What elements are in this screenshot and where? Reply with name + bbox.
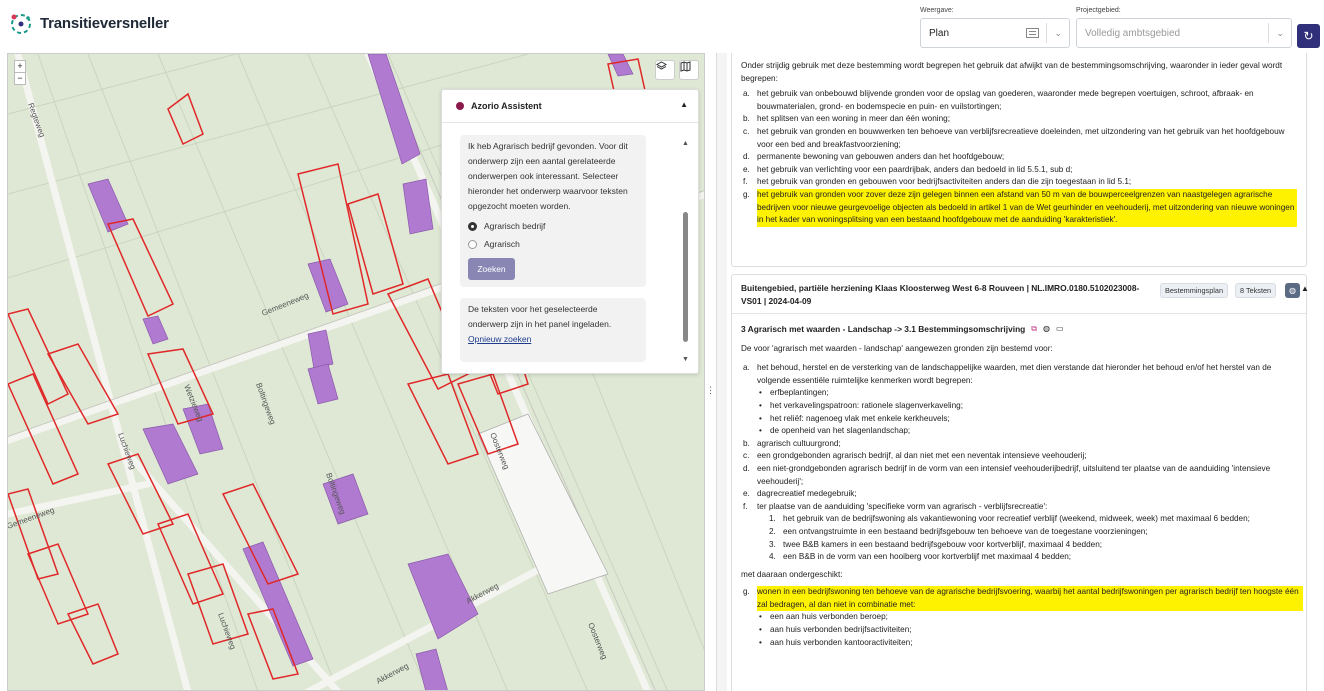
refresh-button[interactable]: ↻ xyxy=(1297,24,1320,48)
app-title: Transitieversneller xyxy=(40,14,169,32)
list-item: e. het gebruik van verlichting voor een p… xyxy=(743,164,1073,174)
zoeken-button[interactable]: Zoeken xyxy=(468,258,515,280)
retry-link[interactable]: Opnieuw zoeken xyxy=(468,332,638,347)
numbered-item: 3. twee B&B kamers in een bestaand bedrij… xyxy=(769,539,1103,549)
scroll-down-icon[interactable]: ▼ xyxy=(682,356,689,363)
assistant-status-icon xyxy=(456,102,464,110)
weergave-select[interactable]: Plan ⌄ xyxy=(920,18,1070,48)
assistant-message: Ik heb Agrarisch bedrijf gevonden. Voor … xyxy=(468,141,628,211)
bullet-item: • het verkavelingspatroon: rationele slag… xyxy=(759,400,963,410)
numbered-item: 4. een B&B in de vorm van een hooiberg vo… xyxy=(769,552,1072,562)
bullet-item: • een aan huis verbonden beroep; xyxy=(759,612,888,622)
option-agrarisch[interactable]: Agrarisch xyxy=(468,237,638,252)
list-item: g. wonen in een bedrijfswoning ten behoev… xyxy=(741,586,1303,612)
refresh-icon: ↻ xyxy=(1303,29,1314,43)
radio-selected-icon[interactable] xyxy=(468,222,477,231)
list-item: b. het splitsen van een woning in meer da… xyxy=(743,114,950,124)
option-agrarisch-bedrijf[interactable]: Agrarisch bedrijf xyxy=(468,219,638,234)
results-panel: Onder strijdig gebruik met deze bestemmi… xyxy=(716,53,1324,691)
document-icon xyxy=(1026,28,1039,38)
result-card: Buitengebied, partiële herziening Klaas … xyxy=(731,274,1309,691)
list-item: c. een grondgebonden agrarisch bedrijf, a… xyxy=(743,451,1087,461)
project-placeholder: Volledig ambtsgebied xyxy=(1085,27,1181,39)
numbered-item: 2. een ontvangstruimte in een bestaand be… xyxy=(769,526,1148,536)
assistant-header[interactable]: Azorio Assistent xyxy=(442,90,698,123)
list-item: e. dagrecreatief medegebruik; xyxy=(743,489,857,499)
assistant-scroll-thumb[interactable] xyxy=(683,212,688,342)
assistant-result-text: De teksten voor het geselecteerde onderw… xyxy=(468,304,612,329)
logo-icon xyxy=(11,14,31,34)
bullet-item: • aan huis verbonden bedrijfsactiviteiten… xyxy=(759,625,912,635)
card-intro: De voor 'agrarisch met waarden - landsch… xyxy=(741,343,1053,353)
map-type-button[interactable] xyxy=(679,60,699,80)
scroll-up-icon[interactable]: ▲ xyxy=(682,140,689,147)
bullet-item: • het reliëf: nagenoeg vlak met enkele ke… xyxy=(759,413,950,423)
layers-icon xyxy=(656,61,667,70)
assistant-message-box: Ik heb Agrarisch bedrijf gevonden. Voor … xyxy=(460,135,646,287)
list-item: c. het gebruik van gronden en bouwwerken … xyxy=(743,126,1285,149)
bullet-list: • een aan huis verbonden beroep; • aan huis… xyxy=(741,611,1303,649)
plan-type-badge: Bestemmingsplan xyxy=(1160,283,1228,298)
card-list: a. het gebruik van onbebouwd blijvende gr… xyxy=(741,88,1297,227)
option-label: Agrarisch bedrijf xyxy=(484,221,546,231)
numbered-list: 1. het gebruik van de bedrijfswoning als … xyxy=(741,513,1303,563)
radio-icon[interactable] xyxy=(468,240,477,249)
map-icon xyxy=(680,61,691,72)
globe-icon[interactable]: ◍ xyxy=(1043,323,1050,336)
list-item: g. het gebruik van gronden voor zover dez… xyxy=(741,188,1297,227)
bullet-item: • de openheid van het slagenlandschap; xyxy=(759,426,911,436)
list-item: d. een niet-grondgebonden agrarisch bedri… xyxy=(743,463,1271,486)
option-label: Agrarisch xyxy=(484,239,520,249)
layers-button[interactable] xyxy=(655,60,675,80)
zoom-out-button[interactable]: − xyxy=(15,73,25,84)
list-item: b. agrarisch cultuurgrond; xyxy=(743,438,841,448)
card-intro: Onder strijdig gebruik met deze bestemmi… xyxy=(741,61,1283,83)
result-card: Onder strijdig gebruik met deze bestemmi… xyxy=(731,53,1307,267)
list-item: f. ter plaatse van de aanduiding 'specifi… xyxy=(743,501,1048,511)
bullet-item: • erfbeplantingen; xyxy=(759,388,829,398)
zoom-control: + − xyxy=(14,60,26,85)
chevron-up-icon[interactable]: ▲ xyxy=(680,100,688,109)
numbered-item: 1. het gebruik van de bedrijfswoning als … xyxy=(769,514,1250,524)
project-select[interactable]: Volledig ambtsgebied ⌄ xyxy=(1076,18,1292,48)
assistant-panel: Azorio Assistent ▲ Ik heb Agrarisch bedr… xyxy=(441,89,699,374)
list-item: f. het gebruik van gronden en gebouwen vo… xyxy=(743,177,1132,187)
list-item: d. permanente bewoning van gebouwen ander… xyxy=(743,152,1005,162)
logo[interactable]: Transitieversneller xyxy=(8,10,169,36)
bullet-item: • aan huis verbonden kantooractiviteiten; xyxy=(759,637,913,647)
chevron-down-icon: ⌄ xyxy=(1276,28,1284,38)
project-label: Projectgebied: xyxy=(1076,7,1121,14)
assistant-result-box: De teksten voor het geselecteerde onderw… xyxy=(460,298,646,362)
comment-icon[interactable]: ▭ xyxy=(1056,323,1064,336)
chevron-up-icon[interactable]: ▲ xyxy=(1301,284,1309,293)
chevron-down-icon: ⌄ xyxy=(1054,28,1062,38)
list-item: a. het gebruik van onbebouwd blijvende gr… xyxy=(743,89,1254,111)
globe-button-icon[interactable]: ◍ xyxy=(1285,283,1300,298)
bullet-list: • erfbeplantingen; • het verkavelingspatroo… xyxy=(741,387,1303,437)
zoom-in-button[interactable]: + xyxy=(15,61,25,73)
card-title: Buitengebied, partiële herziening Klaas … xyxy=(741,283,1140,306)
assistant-title: Azorio Assistent xyxy=(471,101,542,111)
map-view[interactable]: Regteweg Gemeeneweg Boltingeweg Oosterwe… xyxy=(7,53,705,691)
app-header: Transitieversneller Weergave: Plan ⌄ Pro… xyxy=(0,0,1324,52)
text-count-badge: 8 Teksten xyxy=(1235,283,1277,298)
external-link-icon[interactable]: ⧉ xyxy=(1031,323,1037,336)
list-item: a. het behoud, herstel en de versterking … xyxy=(743,363,1272,385)
outro-text: met daaraan ondergeschikt: xyxy=(741,569,843,579)
weergave-label: Weergave: xyxy=(920,7,954,14)
section-title: 3 Agrarisch met waarden - Landschap -> 3… xyxy=(741,324,1026,334)
weergave-value: Plan xyxy=(929,27,950,39)
